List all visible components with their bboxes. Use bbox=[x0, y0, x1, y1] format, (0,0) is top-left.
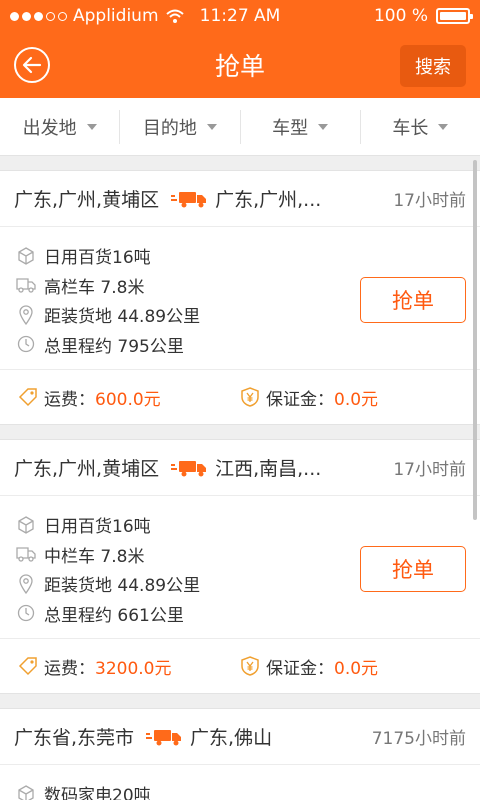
package-icon bbox=[16, 515, 36, 535]
freight-value: 600.0元 bbox=[95, 389, 161, 410]
route-from: 广东省,东莞市 bbox=[14, 727, 135, 749]
order-card[interactable]: 广东省,东莞市 广东,佛山 7175小时前 数码家电20吨 bbox=[0, 708, 480, 800]
back-arrow-icon bbox=[22, 56, 42, 74]
freight-label: 运费： bbox=[44, 658, 95, 679]
cargo-line: 日用百货16吨 bbox=[16, 241, 466, 271]
filter-label: 车型 bbox=[272, 117, 309, 139]
route-to: 广东,佛山 bbox=[190, 727, 273, 749]
filter-label: 目的地 bbox=[142, 117, 197, 139]
status-right: 100 % bbox=[373, 6, 473, 26]
price-tag-icon bbox=[18, 656, 38, 676]
freight: 运费： 3200.0元 bbox=[18, 654, 240, 679]
route-to: 广东,广州,... bbox=[215, 189, 322, 211]
order-route: 广东,广州,黄埔区 广东,广州,... 17小时前 bbox=[0, 171, 480, 227]
route-from: 广东,广州,黄埔区 bbox=[14, 189, 160, 211]
search-button[interactable]: 搜索 bbox=[400, 45, 466, 87]
battery-icon bbox=[436, 8, 473, 24]
deposit: 保证金： 0.0元 bbox=[240, 385, 462, 410]
wifi-icon bbox=[165, 9, 184, 23]
cargo-text: 日用百货16吨 bbox=[44, 517, 151, 538]
order-route: 广东省,东莞市 广东,佛山 7175小时前 bbox=[0, 709, 480, 765]
mileage-text: 总里程约 795公里 bbox=[44, 336, 184, 357]
carrier-name: Applidium bbox=[73, 6, 159, 26]
order-details: 数码家电20吨 bbox=[0, 765, 480, 800]
post-time: 7175小时前 bbox=[371, 729, 466, 749]
package-icon bbox=[16, 246, 36, 266]
battery-fill bbox=[440, 12, 466, 20]
shield-yen-icon bbox=[240, 656, 260, 676]
mileage-line: 总里程约 661公里 bbox=[16, 599, 466, 629]
order-card[interactable]: 广东,广州,黄埔区 江西,南昌,... 17小时前 日用百货16吨 中栏车 7.… bbox=[0, 439, 480, 694]
package-icon bbox=[16, 784, 36, 800]
clock-icon bbox=[16, 603, 36, 623]
cargo-text: 日用百货16吨 bbox=[44, 248, 151, 269]
battery-percent: 100 % bbox=[373, 6, 428, 26]
truck-icon bbox=[171, 459, 207, 477]
order-card[interactable]: 广东,广州,黄埔区 广东,广州,... 17小时前 日用百货16吨 高栏车 7.… bbox=[0, 170, 480, 425]
scrollbar[interactable] bbox=[473, 160, 477, 520]
route-to: 江西,南昌,... bbox=[215, 458, 322, 480]
order-list: 广东,广州,黄埔区 广东,广州,... 17小时前 日用百货16吨 高栏车 7.… bbox=[0, 156, 480, 800]
order-fees: 运费： 600.0元 保证金： 0.0元 bbox=[0, 370, 480, 424]
freight-value: 3200.0元 bbox=[95, 658, 172, 679]
deposit-value: 0.0元 bbox=[334, 658, 379, 679]
caret-down-icon bbox=[438, 123, 449, 130]
filter-destination[interactable]: 目的地 bbox=[120, 109, 241, 144]
order-route: 广东,广州,黄埔区 江西,南昌,... 17小时前 bbox=[0, 440, 480, 496]
status-bar: Applidium 11:27 AM 100 % bbox=[0, 0, 480, 32]
filter-bar: 出发地 目的地 车型 车长 bbox=[0, 98, 480, 156]
filter-vehicle-type[interactable]: 车型 bbox=[241, 109, 361, 144]
vehicle-text: 高栏车 7.8米 bbox=[44, 277, 145, 298]
page-title: 抢单 bbox=[214, 52, 265, 81]
post-time: 17小时前 bbox=[393, 191, 466, 211]
cargo-line: 日用百货16吨 bbox=[16, 510, 466, 540]
order-fees: 运费： 3200.0元 保证金： 0.0元 bbox=[0, 639, 480, 693]
location-pin-icon bbox=[16, 305, 36, 325]
mileage-line: 总里程约 795公里 bbox=[16, 330, 466, 360]
distance-text: 距装货地 44.89公里 bbox=[44, 307, 201, 328]
truck-icon bbox=[146, 728, 182, 746]
filter-label: 出发地 bbox=[22, 117, 77, 139]
post-time: 17小时前 bbox=[393, 460, 466, 480]
order-details: 日用百货16吨 中栏车 7.8米 距装货地 44.89公里 总里程约 661公里… bbox=[0, 496, 480, 639]
truck-outline-icon bbox=[16, 544, 36, 564]
caret-down-icon bbox=[206, 123, 217, 130]
signal-icon bbox=[10, 11, 67, 21]
filter-label: 车长 bbox=[392, 117, 429, 139]
freight: 运费： 600.0元 bbox=[18, 385, 240, 410]
truck-icon bbox=[171, 190, 207, 208]
deposit: 保证金： 0.0元 bbox=[240, 654, 462, 679]
back-button[interactable] bbox=[14, 47, 50, 83]
caret-down-icon bbox=[86, 123, 97, 130]
cargo-line: 数码家电20吨 bbox=[16, 779, 466, 800]
deposit-label: 保证金： bbox=[266, 389, 334, 410]
location-pin-icon bbox=[16, 574, 36, 594]
truck-outline-icon bbox=[16, 275, 36, 295]
grab-order-button[interactable]: 抢单 bbox=[360, 546, 466, 592]
grab-order-button[interactable]: 抢单 bbox=[360, 277, 466, 323]
status-left: Applidium bbox=[10, 6, 185, 26]
filter-vehicle-length[interactable]: 车长 bbox=[361, 110, 480, 144]
route-from: 广东,广州,黄埔区 bbox=[14, 458, 160, 480]
cargo-text: 数码家电20吨 bbox=[44, 786, 151, 800]
mileage-text: 总里程约 661公里 bbox=[44, 605, 184, 626]
caret-down-icon bbox=[318, 123, 329, 130]
filter-origin[interactable]: 出发地 bbox=[0, 109, 121, 144]
vehicle-text: 中栏车 7.8米 bbox=[44, 546, 145, 567]
shield-yen-icon bbox=[240, 387, 260, 407]
distance-text: 距装货地 44.89公里 bbox=[44, 576, 201, 597]
clock-icon bbox=[16, 334, 36, 354]
nav-bar: 抢单 搜索 bbox=[0, 32, 480, 98]
deposit-value: 0.0元 bbox=[334, 389, 379, 410]
freight-label: 运费： bbox=[44, 389, 95, 410]
deposit-label: 保证金： bbox=[266, 658, 334, 679]
price-tag-icon bbox=[18, 387, 38, 407]
order-details: 日用百货16吨 高栏车 7.8米 距装货地 44.89公里 总里程约 795公里… bbox=[0, 227, 480, 370]
